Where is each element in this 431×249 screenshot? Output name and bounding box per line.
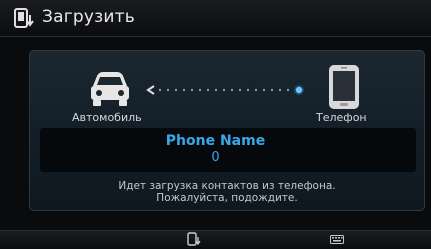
header-bar: Загрузить [0, 0, 431, 37]
status-message-line1: Идет загрузка контактов из телефона. [118, 180, 336, 192]
page-title: Загрузить [42, 7, 135, 27]
dotted-arrow-icon [146, 85, 304, 95]
status-message-line2: Пожалуйста, подождите. [156, 192, 298, 204]
status-message: Идет загрузка контактов из телефона. Пож… [0, 180, 431, 204]
footer-bar [0, 230, 431, 249]
smartphone-icon [329, 65, 359, 109]
phone-name: Phone Name [165, 133, 266, 149]
car-icon [91, 72, 129, 106]
source-label: Автомобиль [72, 111, 142, 124]
phone-download-icon[interactable] [187, 232, 201, 246]
target-label: Телефон [316, 111, 367, 124]
keyboard-icon[interactable] [330, 235, 344, 244]
phone-download-icon [14, 8, 34, 28]
contacts-count: 0 [211, 150, 220, 165]
